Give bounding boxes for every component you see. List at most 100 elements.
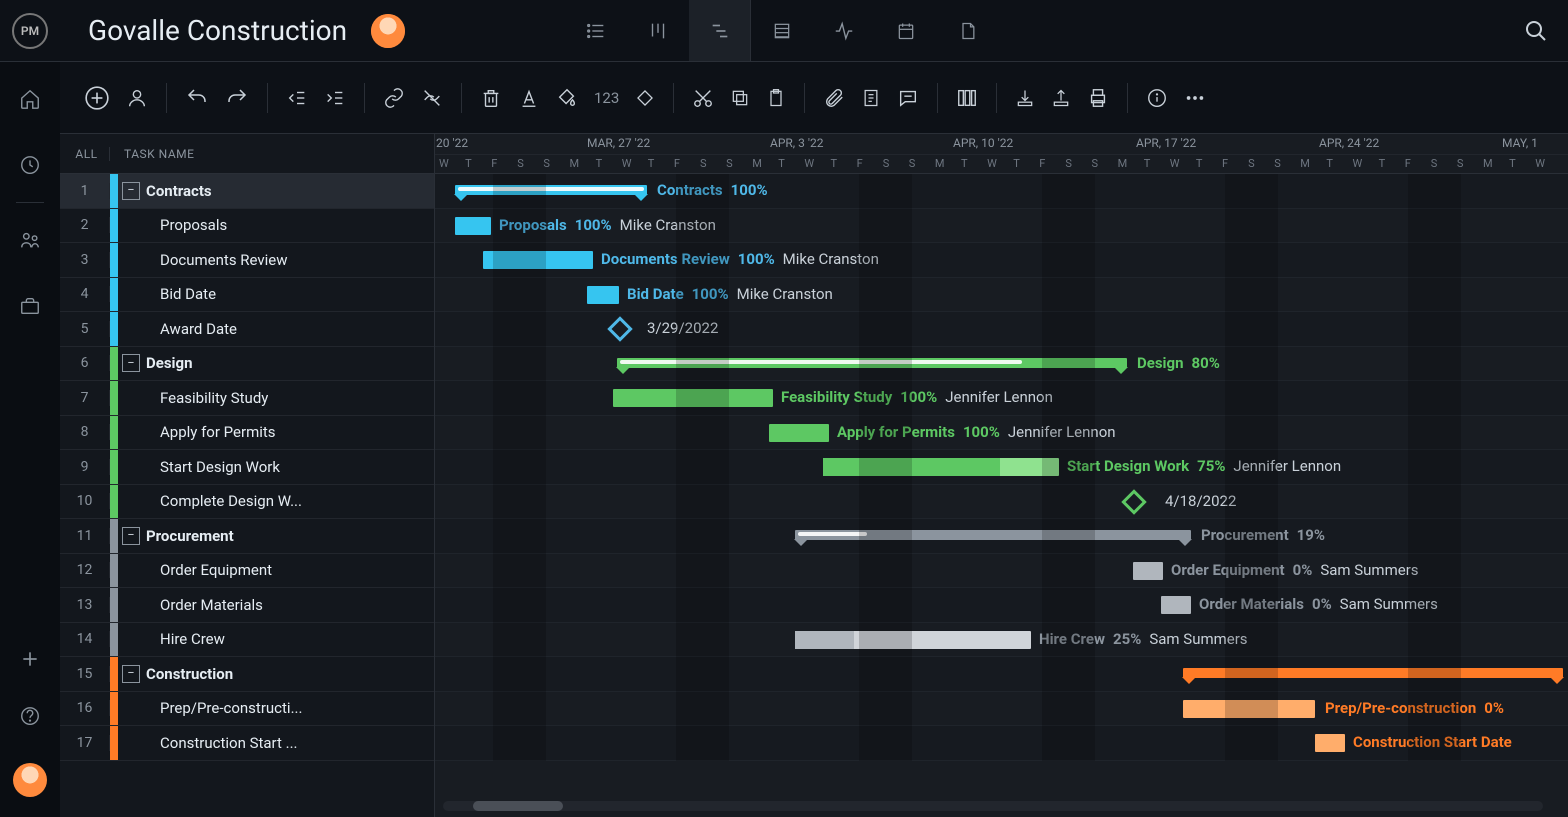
activity-view-tab[interactable] — [813, 0, 875, 61]
cut-icon[interactable] — [692, 87, 714, 109]
gantt-row[interactable]: 3/29/2022 — [435, 312, 1568, 347]
task-bar[interactable] — [1315, 734, 1345, 752]
task-row[interactable]: 1 − Contracts — [60, 174, 434, 209]
gantt-row[interactable]: Start Design Work75%Jennifer Lennon — [435, 450, 1568, 485]
undo-icon[interactable] — [185, 86, 209, 110]
copy-icon[interactable] — [730, 88, 750, 108]
task-row[interactable]: 10 Complete Design W... — [60, 485, 434, 520]
files-view-tab[interactable] — [937, 0, 999, 61]
task-bar[interactable] — [455, 217, 491, 235]
gantt-row[interactable]: Design80% — [435, 347, 1568, 382]
list-view-tab[interactable] — [565, 0, 627, 61]
milestone-icon[interactable] — [635, 88, 655, 108]
import-icon[interactable] — [1015, 88, 1035, 108]
task-bar[interactable] — [823, 458, 1059, 476]
task-bar[interactable] — [769, 424, 829, 442]
task-bar[interactable] — [587, 286, 619, 304]
portfolio-icon[interactable] — [19, 295, 41, 317]
search-icon[interactable] — [1524, 19, 1548, 43]
add-icon[interactable] — [20, 649, 40, 669]
assign-icon[interactable] — [126, 87, 148, 109]
summary-bar[interactable] — [795, 530, 1191, 540]
link-icon[interactable] — [383, 87, 405, 109]
task-bar[interactable] — [1133, 562, 1163, 580]
gantt-row[interactable]: Bid Date100%Mike Cranston — [435, 278, 1568, 313]
gantt-row[interactable]: Hire Crew25%Sam Summers — [435, 623, 1568, 658]
task-row[interactable]: 5 Award Date — [60, 312, 434, 347]
add-task-icon[interactable] — [84, 85, 110, 111]
paste-icon[interactable] — [766, 88, 786, 108]
home-icon[interactable] — [19, 88, 41, 110]
pm-logo[interactable]: PM — [0, 13, 60, 49]
task-row[interactable]: 13 Order Materials — [60, 588, 434, 623]
collapse-toggle[interactable]: − — [122, 354, 140, 372]
print-icon[interactable] — [1087, 87, 1109, 109]
gantt-row[interactable] — [435, 657, 1568, 692]
summary-bar[interactable] — [617, 358, 1127, 368]
task-row[interactable]: 9 Start Design Work — [60, 450, 434, 485]
task-row[interactable]: 11 − Procurement — [60, 519, 434, 554]
percent-icon[interactable]: 123 — [594, 89, 619, 107]
gantt-row[interactable]: Construction Start Date — [435, 726, 1568, 761]
col-name[interactable]: TASK NAME — [110, 147, 194, 161]
gantt-row[interactable]: Procurement19% — [435, 519, 1568, 554]
gantt-row[interactable]: Documents Review100%Mike Cranston — [435, 243, 1568, 278]
delete-icon[interactable] — [480, 87, 502, 109]
fill-color-icon[interactable] — [556, 87, 578, 109]
gantt-row[interactable]: Apply for Permits100%Jennifer Lennon — [435, 416, 1568, 451]
export-icon[interactable] — [1051, 88, 1071, 108]
redo-icon[interactable] — [225, 86, 249, 110]
recent-icon[interactable] — [19, 154, 41, 176]
gantt-view-tab[interactable] — [689, 0, 751, 61]
task-bar[interactable] — [1161, 596, 1191, 614]
scroll-thumb[interactable] — [473, 801, 563, 811]
gantt-row[interactable]: Order Materials0%Sam Summers — [435, 588, 1568, 623]
more-icon[interactable] — [1184, 87, 1206, 109]
task-bar[interactable] — [613, 389, 773, 407]
avatar[interactable] — [371, 14, 405, 48]
horizontal-scrollbar[interactable] — [443, 801, 1543, 811]
gantt-body[interactable]: Contracts100%Proposals100%Mike CranstonD… — [435, 174, 1568, 761]
task-row[interactable]: 4 Bid Date — [60, 278, 434, 313]
gantt-chart[interactable]: ?, 20 '22MAR, 27 '22APR, 3 '22APR, 10 '2… — [435, 134, 1568, 817]
sheet-view-tab[interactable] — [751, 0, 813, 61]
task-row[interactable]: 3 Documents Review — [60, 243, 434, 278]
task-bar[interactable] — [1183, 700, 1315, 718]
calendar-view-tab[interactable] — [875, 0, 937, 61]
gantt-row[interactable]: 4/18/2022 — [435, 485, 1568, 520]
task-row[interactable]: 14 Hire Crew — [60, 623, 434, 658]
summary-bar[interactable] — [455, 185, 647, 195]
indent-icon[interactable] — [324, 87, 346, 109]
board-view-tab[interactable] — [627, 0, 689, 61]
unlink-icon[interactable] — [421, 87, 443, 109]
user-avatar[interactable] — [13, 763, 47, 797]
collapse-toggle[interactable]: − — [122, 665, 140, 683]
task-row[interactable]: 12 Order Equipment — [60, 554, 434, 589]
milestone-diamond[interactable] — [1121, 489, 1146, 514]
collapse-toggle[interactable]: − — [122, 182, 140, 200]
text-color-icon[interactable] — [518, 87, 540, 109]
milestone-diamond[interactable] — [607, 316, 632, 341]
gantt-row[interactable]: Order Equipment0%Sam Summers — [435, 554, 1568, 589]
help-icon[interactable] — [19, 705, 41, 727]
task-row[interactable]: 7 Feasibility Study — [60, 381, 434, 416]
gantt-row[interactable]: Proposals100%Mike Cranston — [435, 209, 1568, 244]
task-bar[interactable] — [483, 251, 593, 269]
gantt-row[interactable]: Prep/Pre-construction0% — [435, 692, 1568, 727]
task-row[interactable]: 8 Apply for Permits — [60, 416, 434, 451]
outdent-icon[interactable] — [286, 87, 308, 109]
task-row[interactable]: 2 Proposals — [60, 209, 434, 244]
task-bar[interactable] — [795, 631, 1031, 649]
columns-icon[interactable] — [956, 87, 978, 109]
notes-icon[interactable] — [861, 88, 881, 108]
col-all[interactable]: ALL — [60, 147, 110, 161]
summary-bar[interactable] — [1183, 668, 1563, 678]
info-icon[interactable] — [1146, 87, 1168, 109]
collapse-toggle[interactable]: − — [122, 527, 140, 545]
team-icon[interactable] — [19, 229, 41, 251]
gantt-row[interactable]: Feasibility Study100%Jennifer Lennon — [435, 381, 1568, 416]
task-row[interactable]: 17 Construction Start ... — [60, 726, 434, 761]
comment-icon[interactable] — [897, 87, 919, 109]
attach-icon[interactable] — [823, 87, 845, 109]
task-row[interactable]: 6 − Design — [60, 347, 434, 382]
